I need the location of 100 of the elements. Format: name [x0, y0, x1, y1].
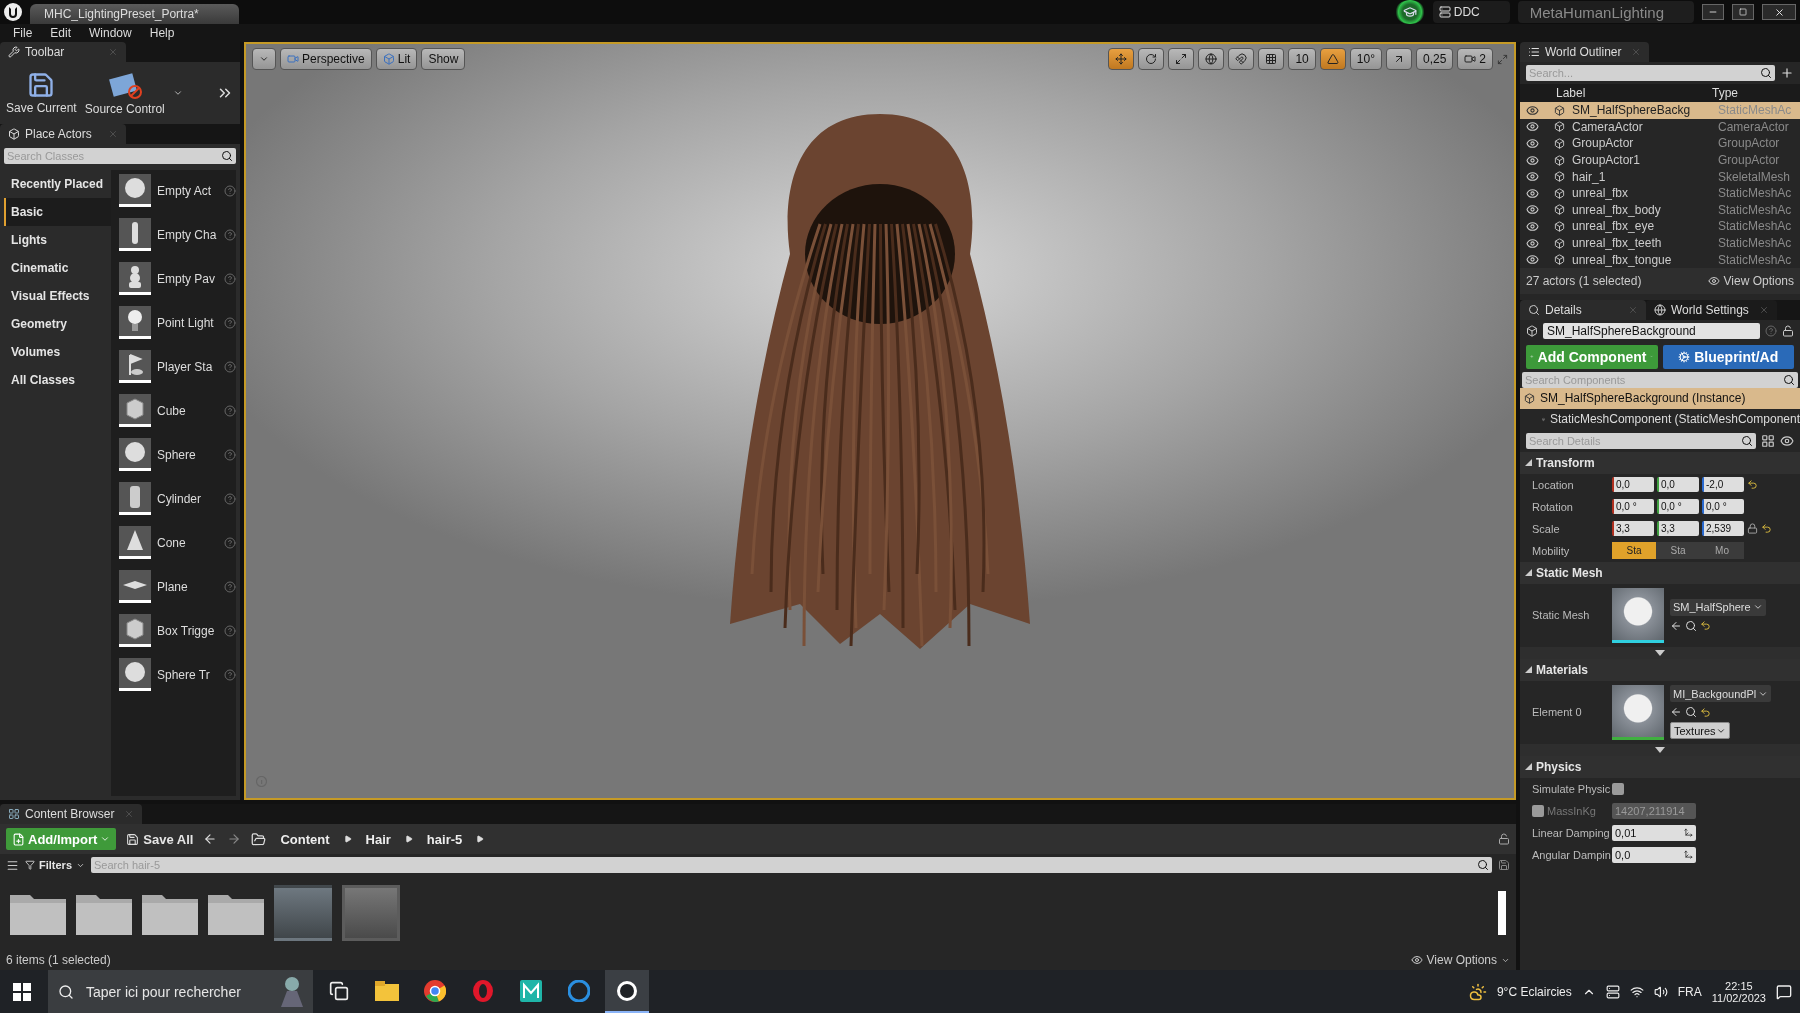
outliner-row[interactable]: hair_1 SkeletalMesh: [1520, 168, 1800, 185]
section-header[interactable]: Physics: [1520, 755, 1800, 778]
outliner-row[interactable]: unreal_fbx_teeth StaticMeshAc: [1520, 234, 1800, 252]
outliner-row[interactable]: unreal_fbx_eye StaticMeshAc: [1520, 218, 1800, 235]
number-field[interactable]: 3,3: [1657, 521, 1699, 537]
actor-label[interactable]: Cube: [157, 403, 218, 418]
add-import-button[interactable]: Add/Import: [6, 828, 117, 850]
category-item[interactable]: Recently Placed: [4, 170, 111, 198]
search-input[interactable]: Taper ici pour rechercher: [84, 982, 271, 1001]
outliner-row[interactable]: unreal_fbx_tongue StaticMeshAc: [1520, 251, 1800, 268]
document-tab[interactable]: MHC_LightingPreset_Portra*: [30, 4, 239, 24]
outliner-row[interactable]: GroupActor GroupActor: [1520, 135, 1800, 152]
number-field[interactable]: 0,01: [1612, 824, 1696, 841]
mobility-option[interactable]: Sta: [1656, 542, 1700, 560]
menu-item[interactable]: File: [4, 26, 42, 40]
actor-label[interactable]: Empty Act: [157, 183, 218, 198]
asset-dropdown[interactable]: SM_HalfSphere: [1670, 598, 1766, 616]
outliner-row[interactable]: SM_HalfSphereBackg StaticMeshAc: [1520, 102, 1800, 119]
actor-label[interactable]: Sphere Tr: [157, 667, 218, 682]
actor-label[interactable]: Plane: [157, 579, 218, 594]
breadcrumb[interactable]: Content: [276, 831, 334, 847]
actor-label[interactable]: Point Light: [157, 315, 218, 330]
category-item[interactable]: Volumes: [4, 338, 111, 366]
panel-tab[interactable]: Toolbar: [0, 42, 126, 62]
snap-value[interactable]: 10: [1288, 48, 1316, 70]
panel-tab[interactable]: World Outliner: [1520, 42, 1650, 62]
section-header[interactable]: Transform: [1520, 451, 1800, 474]
toolbar-button[interactable]: Source Control: [84, 70, 165, 116]
minimize-button[interactable]: [1702, 4, 1724, 20]
search-input[interactable]: Search Details: [1529, 434, 1741, 447]
category-item[interactable]: Basic: [4, 198, 111, 226]
actor-label[interactable]: Cone: [157, 535, 218, 550]
mobility-option[interactable]: Sta: [1612, 542, 1656, 560]
actor-label[interactable]: Player Sta: [157, 359, 218, 374]
menu-item[interactable]: Window: [80, 26, 141, 40]
category-item[interactable]: Cinematic: [4, 254, 111, 282]
ddc-button[interactable]: DDC: [1432, 1, 1510, 23]
language-indicator[interactable]: FRA: [1677, 984, 1702, 999]
snap-toggle[interactable]: [1319, 48, 1346, 70]
column-header[interactable]: Label: [1556, 86, 1712, 100]
category-item[interactable]: All Classes: [4, 366, 111, 394]
asset-dropdown[interactable]: MI_BackgoundPl: [1670, 685, 1772, 703]
outliner-row[interactable]: CameraActor CameraActor: [1520, 118, 1800, 136]
add-component-button[interactable]: Add Component: [1526, 344, 1658, 369]
viewport-button[interactable]: Perspective: [280, 48, 372, 70]
asset-thumbnail[interactable]: [274, 885, 332, 941]
learn-button[interactable]: [1394, 0, 1425, 24]
textures-dropdown[interactable]: Textures: [1670, 722, 1730, 740]
number-field[interactable]: 0,0 °: [1612, 499, 1654, 515]
panel-tab[interactable]: Content Browser: [0, 804, 143, 824]
checkbox[interactable]: [1532, 804, 1544, 817]
outliner-row[interactable]: GroupActor1 GroupActor: [1520, 151, 1800, 169]
transform-tool-button[interactable]: [1138, 48, 1165, 70]
transform-tool-button[interactable]: [1168, 48, 1195, 70]
column-header[interactable]: Type: [1712, 86, 1794, 100]
menu-item[interactable]: Help: [140, 26, 184, 40]
number-field[interactable]: 0,0: [1612, 477, 1654, 493]
camera-speed-button[interactable]: 2: [1457, 48, 1493, 70]
search-input[interactable]: Search Classes: [7, 150, 221, 162]
category-item[interactable]: Lights: [4, 226, 111, 254]
clock[interactable]: 22:15 11/02/2023: [1711, 979, 1766, 1004]
category-item[interactable]: Visual Effects: [4, 282, 111, 310]
breadcrumb[interactable]: Hair: [361, 831, 395, 847]
category-item[interactable]: Geometry: [4, 310, 111, 338]
number-field[interactable]: 0,0: [1657, 477, 1699, 493]
viewport-button[interactable]: Lit: [375, 48, 418, 70]
breadcrumb[interactable]: hair-5: [422, 831, 467, 847]
actor-label[interactable]: Empty Pav: [157, 271, 218, 286]
viewport-menu-button[interactable]: [252, 48, 276, 70]
filters-button[interactable]: Filters: [25, 859, 85, 871]
panel-tab[interactable]: World Settings: [1646, 299, 1777, 320]
number-field[interactable]: 0,0 °: [1657, 499, 1699, 515]
actor-label[interactable]: Empty Cha: [157, 227, 218, 242]
section-header[interactable]: Static Mesh: [1520, 561, 1800, 584]
surface-snap-button[interactable]: [1228, 48, 1255, 70]
search-field[interactable]: Search Classes: [4, 148, 236, 164]
transform-tool-button[interactable]: [1108, 48, 1135, 70]
search-input[interactable]: Search Components: [1525, 373, 1783, 386]
taskbar-app[interactable]: [605, 970, 649, 1013]
outliner-row[interactable]: unreal_fbx_body StaticMeshAc: [1520, 201, 1800, 219]
number-field[interactable]: 3,3: [1612, 521, 1654, 537]
view-options-button[interactable]: View Options: [1707, 273, 1794, 288]
snap-toggle[interactable]: [1258, 48, 1285, 70]
restore-button[interactable]: [1732, 4, 1754, 20]
search-field[interactable]: Search...: [1526, 65, 1775, 81]
search-field[interactable]: Search Components: [1522, 371, 1798, 388]
snap-toggle[interactable]: [1385, 48, 1412, 70]
close-button[interactable]: [1762, 4, 1796, 20]
snap-value[interactable]: 0,25: [1415, 48, 1454, 70]
actor-label[interactable]: Cylinder: [157, 491, 218, 506]
component-item[interactable]: StaticMeshComponent (StaticMeshComponent: [1520, 408, 1800, 430]
menu-item[interactable]: Edit: [41, 26, 81, 40]
number-field[interactable]: 0,0: [1612, 846, 1696, 863]
checkbox[interactable]: [1612, 782, 1624, 795]
blueprint-button[interactable]: Blueprint/Ad: [1662, 344, 1794, 369]
asset-thumbnail[interactable]: [342, 885, 400, 941]
viewport-button[interactable]: Show: [421, 48, 466, 70]
actor-label[interactable]: Sphere: [157, 447, 218, 462]
taskbar-search-field[interactable]: Taper ici pour rechercher: [48, 970, 313, 1013]
number-field[interactable]: 2,539: [1702, 521, 1744, 537]
